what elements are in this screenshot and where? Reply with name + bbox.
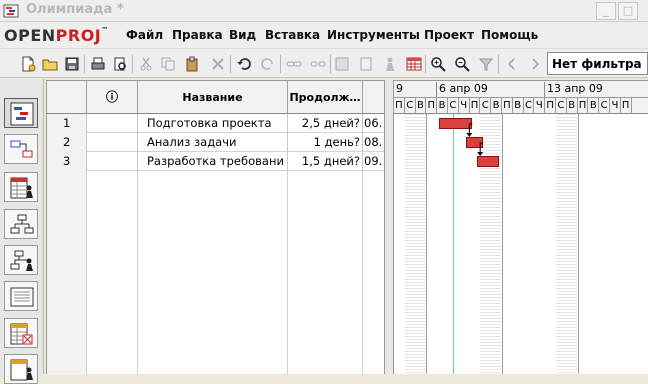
app-icon	[3, 4, 19, 18]
dependency-arrows	[466, 123, 484, 156]
window-title: Олимпиада *	[26, 2, 124, 17]
gantt-chart: 9 6 апр 09 13 апр 09 ПСВПВСЧПСВПВСЧПСВПВ…	[394, 80, 648, 374]
menu-view[interactable]: Вид	[229, 28, 256, 42]
duration-column-header[interactable]: Продолж…	[288, 81, 363, 114]
calendar-grid-icon[interactable]	[406, 56, 422, 72]
row-number: 2	[47, 133, 87, 152]
delete-icon[interactable]	[210, 56, 226, 72]
task-usage-view-icon	[10, 323, 33, 345]
menu-project[interactable]: Проект	[424, 28, 474, 42]
task-name-cell[interactable]: Анализ задачи	[138, 133, 288, 152]
maximize-button[interactable]: □	[618, 2, 638, 20]
menu-edit[interactable]: Правка	[172, 28, 223, 42]
open-folder-icon[interactable]	[42, 56, 58, 72]
dependency-link	[479, 142, 484, 153]
dependency-link	[468, 123, 473, 134]
new-project-icon[interactable]	[20, 56, 36, 72]
task-table: ⓘ Название Продолж… 1 Подготовка проекта…	[46, 80, 385, 375]
start-cell[interactable]: 06.	[363, 114, 385, 133]
gantt-view-button[interactable]	[4, 98, 38, 128]
info-cell	[87, 133, 138, 152]
report-view-button[interactable]	[4, 281, 38, 311]
split-pane-divider[interactable]	[384, 80, 394, 374]
task-info-icon[interactable]	[334, 56, 350, 72]
print-icon[interactable]	[90, 56, 106, 72]
resource-usage-view-button[interactable]	[4, 354, 38, 384]
scroll-left-icon[interactable]	[504, 56, 520, 72]
zoom-out-icon[interactable]	[454, 56, 470, 72]
wbs-view-icon	[10, 214, 34, 234]
row-number: 1	[47, 114, 87, 133]
info-cell	[87, 152, 138, 171]
resource-view-icon	[10, 177, 33, 199]
resource-icon[interactable]	[382, 56, 398, 72]
unlink-icon[interactable]	[310, 56, 326, 72]
gantt-view-icon	[10, 102, 34, 126]
title-bar: Олимпиада * _ □	[0, 0, 648, 22]
copy-icon[interactable]	[160, 56, 176, 72]
task-name-cell[interactable]: Разработка требовани	[138, 152, 288, 171]
row-number-header	[47, 81, 87, 114]
report-view-icon	[10, 287, 34, 307]
scroll-right-icon[interactable]	[527, 56, 543, 72]
table-header: ⓘ Название Продолж…	[47, 81, 385, 114]
dependency-arrowhead	[477, 152, 484, 156]
table-row[interactable]: 2 Анализ задачи 1 день? 08.	[47, 133, 385, 152]
link-icon[interactable]	[286, 56, 302, 72]
menu-insert[interactable]: Вставка	[265, 28, 320, 42]
name-column-header[interactable]: Название	[138, 81, 288, 114]
openproj-logo: OPENPROJ™	[4, 26, 109, 45]
menu-help[interactable]: Помощь	[481, 28, 538, 42]
task-name-cell[interactable]: Подготовка проекта	[138, 114, 288, 133]
network-view-icon	[10, 140, 33, 158]
network-view-button[interactable]	[4, 134, 38, 164]
redo-icon[interactable]	[260, 56, 276, 72]
view-bar	[0, 79, 44, 384]
duration-cell[interactable]: 1,5 дней?	[288, 152, 363, 171]
start-cell[interactable]: 08.	[363, 133, 385, 152]
dependency-arrowhead	[466, 133, 473, 137]
table-row[interactable]: 1 Подготовка проекта 2,5 дней? 06.	[47, 114, 385, 133]
info-cell	[87, 114, 138, 133]
duration-cell[interactable]: 1 день?	[288, 133, 363, 152]
rbs-view-button[interactable]	[4, 245, 38, 275]
zoom-in-icon[interactable]	[430, 56, 446, 72]
cut-icon[interactable]	[138, 56, 154, 72]
duration-cell[interactable]: 2,5 дней?	[288, 114, 363, 133]
save-icon[interactable]	[64, 56, 80, 72]
start-cell[interactable]: 09.	[363, 152, 385, 171]
table-row[interactable]: 3 Разработка требовани 1,5 дней? 09.	[47, 152, 385, 171]
notes-icon[interactable]	[358, 56, 374, 72]
menu-tools[interactable]: Инструменты	[327, 28, 420, 42]
toolbar: Нет фильтра	[0, 48, 648, 78]
task-usage-view-button[interactable]	[4, 318, 38, 348]
paste-icon[interactable]	[184, 56, 200, 72]
start-column-header[interactable]	[363, 81, 385, 114]
resource-usage-view-icon	[10, 359, 33, 381]
filter-select[interactable]: Нет фильтра	[547, 52, 648, 75]
minimize-button[interactable]: _	[596, 2, 616, 20]
resource-view-button[interactable]	[4, 172, 38, 202]
menu-bar: OPENPROJ™ Файл Правка Вид Вставка Инстру…	[0, 22, 648, 48]
info-column-icon[interactable]: ⓘ	[87, 81, 138, 114]
wbs-view-button[interactable]	[4, 209, 38, 239]
print-preview-icon[interactable]	[112, 56, 128, 72]
undo-icon[interactable]	[236, 56, 252, 72]
menu-file[interactable]: Файл	[126, 28, 163, 42]
filter-icon[interactable]	[478, 56, 494, 72]
row-number: 3	[47, 152, 87, 171]
rbs-view-icon	[10, 250, 33, 271]
